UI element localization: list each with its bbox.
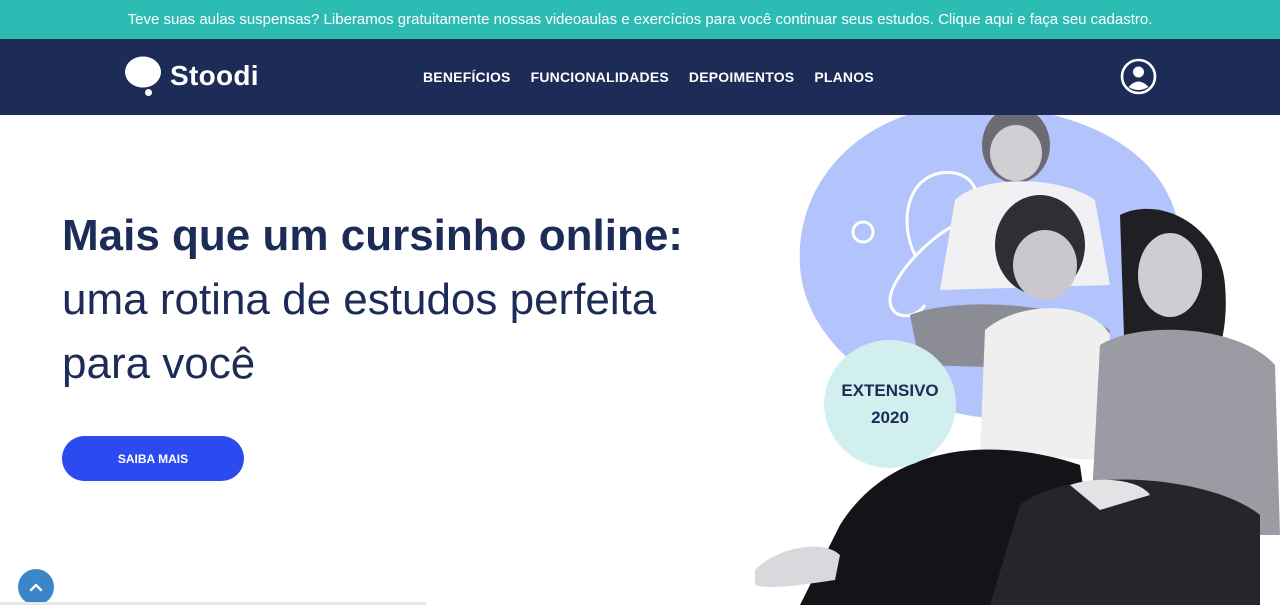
promo-banner[interactable]: Teve suas aulas suspensas? Liberamos gra… [0,0,1280,39]
logo[interactable]: Stoodi [124,55,259,97]
main-nav: BENEFÍCIOS FUNCIONALIDADES DEPOIMENTOS P… [423,39,874,115]
chevron-up-icon [29,583,43,592]
hero-title-bold: Mais que um cursinho online: [62,211,683,260]
badge-line-1: EXTENSIVO [841,381,939,400]
saiba-mais-button[interactable]: SAIBA MAIS [62,436,244,481]
top-navbar: Stoodi BENEFÍCIOS FUNCIONALIDADES DEPOIM… [0,39,1280,115]
nav-planos[interactable]: PLANOS [814,69,874,85]
scroll-to-top-button[interactable] [18,569,54,605]
badge-line-2: 2020 [871,408,909,427]
hero-headline: Mais que um cursinho online: uma rotina … [62,204,702,396]
user-account-button[interactable] [1120,58,1157,95]
nav-funcionalidades[interactable]: FUNCIONALIDADES [531,69,669,85]
promo-text[interactable]: Teve suas aulas suspensas? Liberamos gra… [128,11,1153,28]
nav-depoimentos[interactable]: DEPOIMENTOS [689,69,794,85]
hero-illustration [740,115,1280,605]
extensivo-badge: EXTENSIVO 2020 [824,340,956,468]
speech-bubble-logo-icon [124,55,162,97]
nav-beneficios[interactable]: BENEFÍCIOS [423,69,511,85]
hero-title-line-2: uma rotina de estudos perfeita [62,275,657,324]
user-circle-icon [1120,58,1157,95]
logo-text: Stoodi [170,60,259,91]
hero-title-line-3: para você [62,339,256,388]
